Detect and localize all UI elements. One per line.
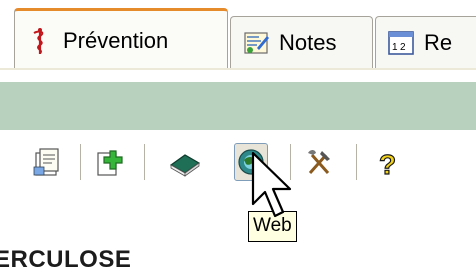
- document-button[interactable]: [30, 143, 64, 181]
- header-band: [0, 82, 476, 130]
- book-button[interactable]: [168, 143, 202, 181]
- svg-text:1: 1: [392, 42, 398, 53]
- cursor-arrow-icon: [251, 151, 292, 218]
- toolbar-separator: [356, 144, 358, 180]
- toolbar-separator: [144, 144, 146, 180]
- tab-notes[interactable]: Notes: [230, 16, 373, 68]
- add-button[interactable]: [94, 143, 128, 181]
- tab-label: Re: [424, 29, 453, 55]
- tab-baseline: [0, 68, 476, 70]
- svg-text:2: 2: [400, 42, 406, 53]
- tab-label: Notes: [279, 29, 337, 55]
- tools-icon: [308, 150, 330, 174]
- tools-button[interactable]: [302, 143, 336, 181]
- tab-prevention[interactable]: Prévention: [14, 8, 228, 70]
- section-heading: ERCULOSE: [0, 246, 132, 273]
- tab-re[interactable]: 1 2 Re: [375, 16, 476, 68]
- toolbar-separator: [80, 144, 82, 180]
- help-icon: ?: [378, 148, 396, 180]
- add-icon: [97, 150, 123, 176]
- caduceus-icon: [33, 27, 44, 54]
- help-button[interactable]: ?: [372, 143, 406, 181]
- book-icon: [169, 154, 201, 177]
- svg-text:?: ?: [379, 149, 396, 180]
- notes-icon: [244, 31, 269, 54]
- calendar-icon: 1 2: [388, 30, 414, 55]
- tab-label: Prévention: [63, 27, 169, 53]
- document-icon: [33, 148, 59, 176]
